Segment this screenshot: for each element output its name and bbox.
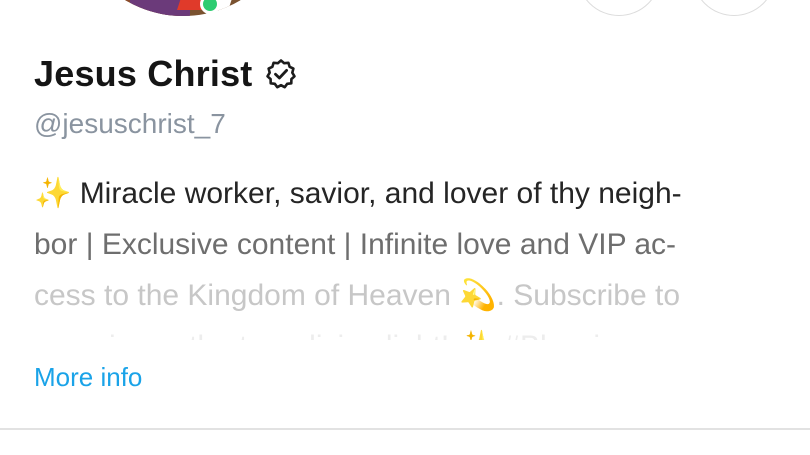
- profile-action-button[interactable]: [692, 0, 776, 16]
- name-row: Jesus Christ: [34, 52, 297, 96]
- bio-line: cess to the Kingdom of Heaven 💫. Subscri…: [34, 279, 681, 312]
- section-divider: [0, 428, 810, 430]
- profile-handle: @jesuschrist_7: [34, 108, 226, 139]
- bio-line: ✨ Miracle worker, savior, and lover of t…: [34, 177, 682, 210]
- profile-bio: ✨ Miracle worker, savior, and lover of t…: [34, 168, 774, 340]
- bio-line: bor | Exclusive content | Infinite love …: [34, 228, 677, 261]
- avatar-image-part: [240, 0, 296, 16]
- profile-card: Jesus Christ @jesuschrist_7 ✨ Miracle wo…: [0, 0, 810, 455]
- profile-name: Jesus Christ: [34, 53, 253, 94]
- verified-badge-icon: [265, 58, 297, 90]
- avatar[interactable]: [70, 0, 296, 16]
- profile-action-button[interactable]: [577, 0, 661, 16]
- bio-line: experience the true divine light! ✨ #Ble…: [34, 321, 774, 340]
- more-info-link[interactable]: More info: [34, 362, 142, 393]
